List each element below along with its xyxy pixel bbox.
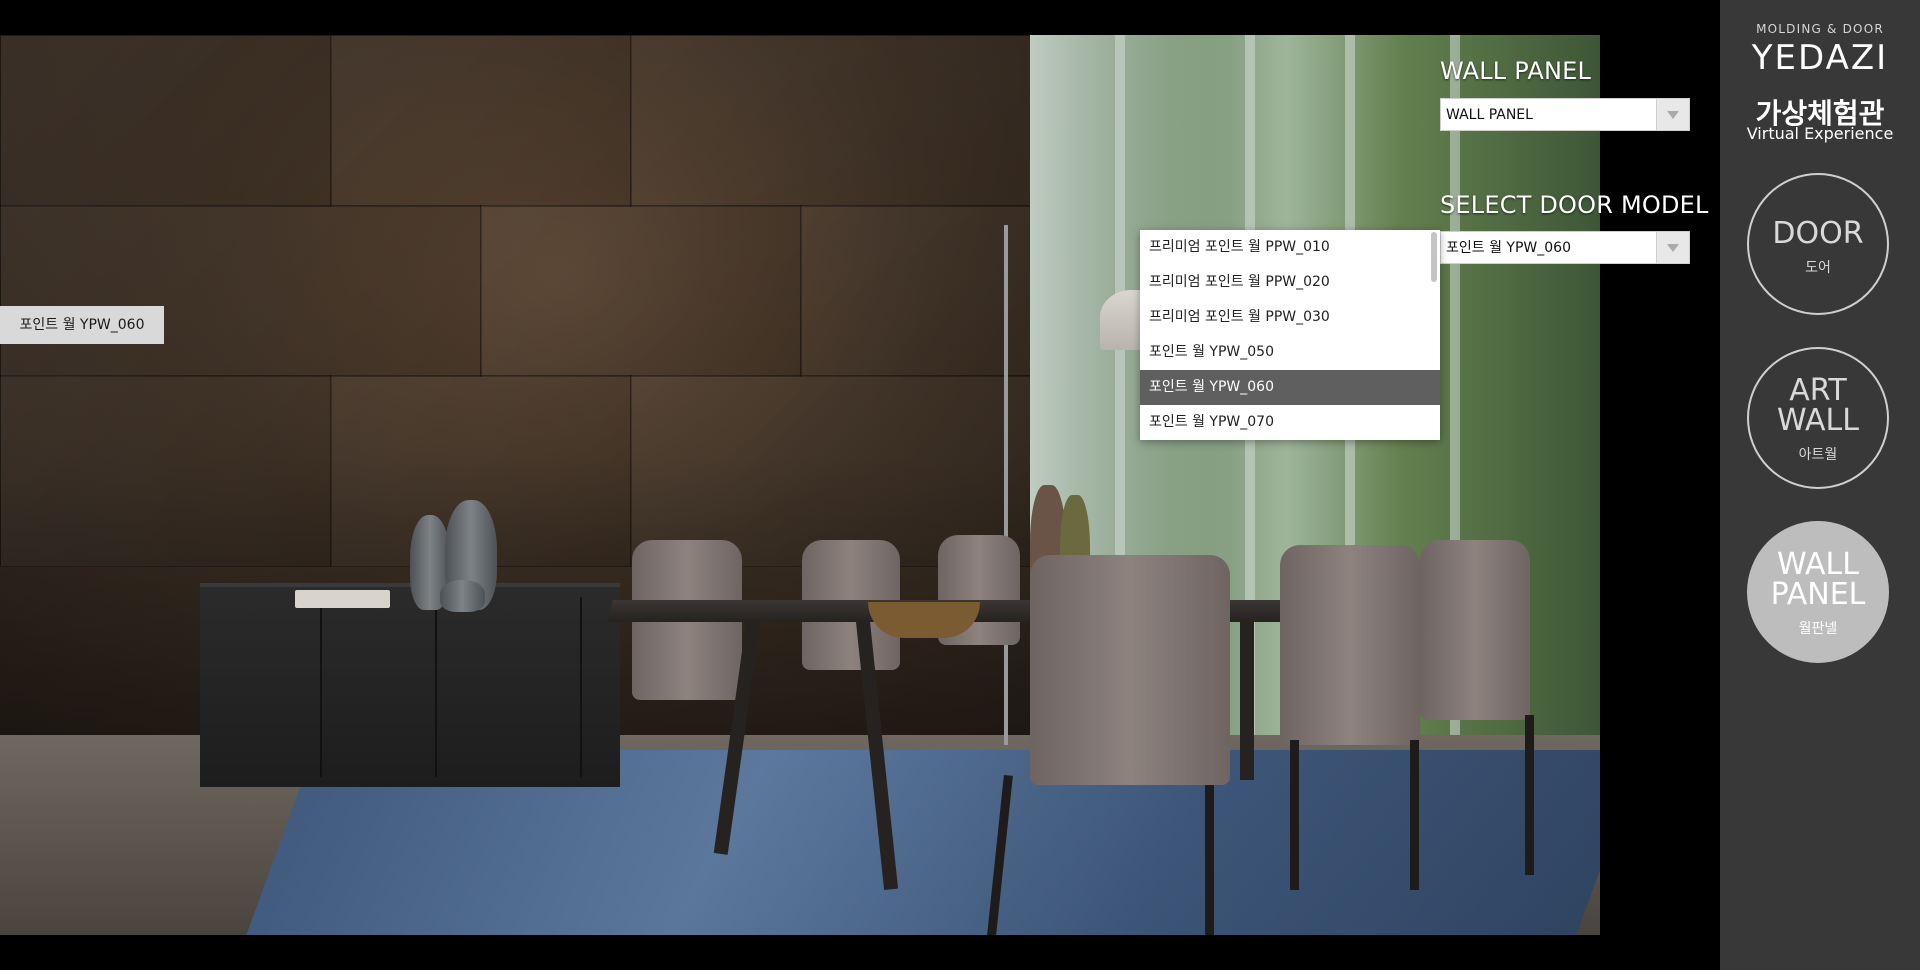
nav-wall-panel-button[interactable]: WALL PANEL 월판넬 <box>1747 521 1889 663</box>
nav-art-wall-label-kr: 아트월 <box>1798 447 1838 463</box>
nav-door-label-kr: 도어 <box>1805 260 1831 276</box>
door-model-title: SELECT DOOR MODEL <box>1440 191 1709 219</box>
right-sidebar: MOLDING & DOOR YEDAZI 가상체험관 Virtual Expe… <box>1720 0 1920 970</box>
vase <box>440 580 485 612</box>
dropdown-option[interactable]: 포인트 월 YPW_070 <box>1140 405 1440 440</box>
nav-wall-panel-label: PANEL <box>1770 577 1866 612</box>
dropdown-scrollbar[interactable] <box>1431 232 1437 282</box>
dropdown-option-selected[interactable]: 포인트 월 YPW_060 <box>1140 370 1440 405</box>
books <box>295 590 390 608</box>
dropdown-option[interactable]: 포인트 월 YPW_050 <box>1140 335 1440 370</box>
nav-door-label: DOOR <box>1772 216 1864 251</box>
door-model-select-value: 포인트 월 YPW_060 <box>1446 240 1571 256</box>
dropdown-option[interactable]: 프리미엄 포인트 월 PPW_010 <box>1140 230 1440 265</box>
door-model-select[interactable]: 포인트 월 YPW_060 <box>1440 231 1690 264</box>
nav-wall-panel-label-kr: 월판넬 <box>1798 621 1838 637</box>
chair <box>1030 555 1230 785</box>
dropdown-arrow-icon[interactable] <box>1656 99 1689 130</box>
sideboard <box>200 583 620 787</box>
nav-art-wall-label: WALL <box>1777 403 1859 438</box>
nav-art-wall-label: ART <box>1789 373 1847 408</box>
virtual-experience-title-en: Virtual Experience <box>1746 124 1894 143</box>
nav-art-wall-button[interactable]: ART WALL 아트월 <box>1747 347 1889 489</box>
dropdown-option[interactable]: 프리미엄 포인트 월 PPW_020 <box>1140 265 1440 300</box>
current-model-tag: 포인트 월 YPW_060 <box>0 306 164 344</box>
wall-panel-select[interactable]: WALL PANEL <box>1440 98 1690 131</box>
wall-panel-select-value: WALL PANEL <box>1446 107 1533 123</box>
room-scene <box>0 35 1600 935</box>
dropdown-arrow-icon[interactable] <box>1656 232 1689 263</box>
nav-door-button[interactable]: DOOR 도어 <box>1747 173 1889 315</box>
brand-tagline: MOLDING & DOOR <box>1756 22 1884 36</box>
nav-wall-panel-label: WALL <box>1777 547 1859 582</box>
wall-panel-title: WALL PANEL <box>1440 57 1592 85</box>
chair <box>1420 540 1530 720</box>
brand-logo: YEDAZI <box>1751 38 1889 78</box>
floor-lamp <box>1004 225 1008 745</box>
door-model-dropdown-list[interactable]: 프리미엄 포인트 월 PPW_010 프리미엄 포인트 월 PPW_020 프리… <box>1140 230 1440 440</box>
dropdown-option[interactable]: 프리미엄 포인트 월 PPW_030 <box>1140 300 1440 335</box>
chair <box>1280 545 1420 745</box>
